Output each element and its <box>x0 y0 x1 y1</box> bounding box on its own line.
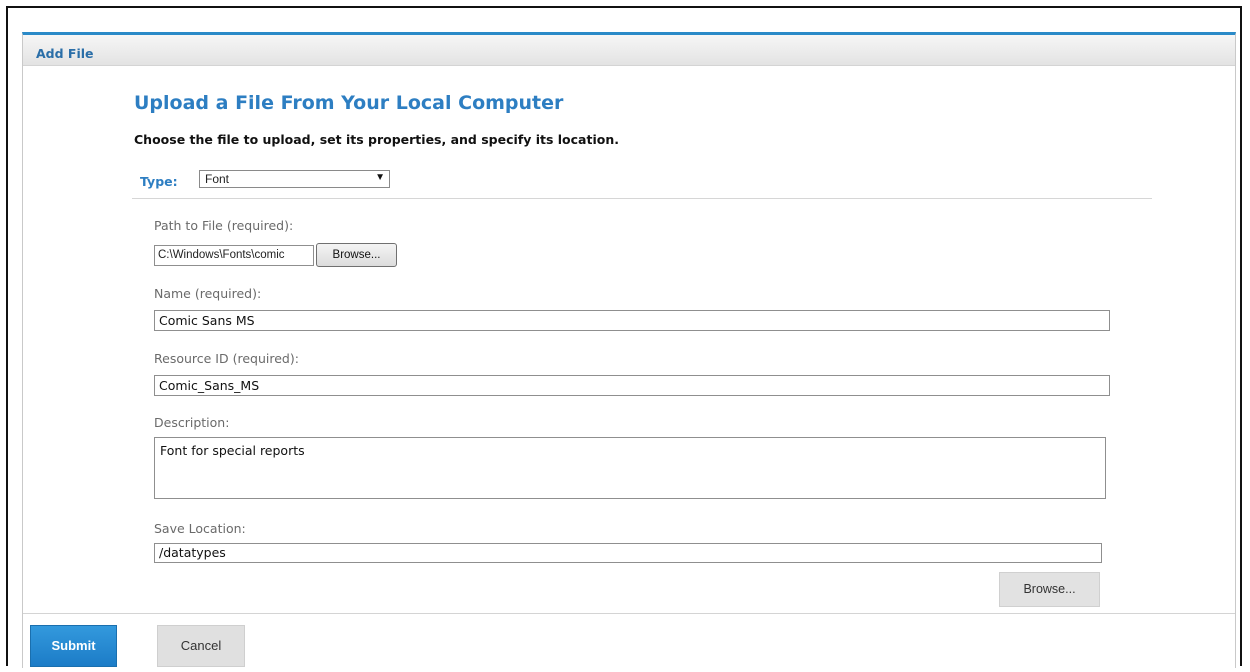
resource-id-input[interactable]: Comic_Sans_MS <box>154 375 1110 396</box>
location-browse-button[interactable]: Browse... <box>999 572 1100 607</box>
dialog-footer: Submit Cancel <box>23 613 1235 672</box>
type-select[interactable]: Font ▼ <box>199 170 390 188</box>
name-label: Name (required): <box>154 286 262 301</box>
path-label: Path to File (required): <box>154 218 294 233</box>
page-subheading: Choose the file to upload, set its prope… <box>134 132 619 147</box>
submit-button[interactable]: Submit <box>30 625 117 667</box>
description-textarea[interactable]: Font for special reports <box>154 437 1106 499</box>
save-location-input[interactable]: /datatypes <box>154 543 1102 563</box>
file-browse-button[interactable]: Browse... <box>316 243 397 267</box>
path-to-file-input[interactable]: C:\Windows\Fonts\comic <box>154 245 314 266</box>
dialog-title: Add File <box>36 46 94 61</box>
dialog-header: Add File <box>23 35 1235 66</box>
description-label: Description: <box>154 415 230 430</box>
chevron-down-icon: ▼ <box>375 172 385 183</box>
section-divider <box>132 198 1152 199</box>
resource-id-label: Resource ID (required): <box>154 351 299 366</box>
name-input[interactable]: Comic Sans MS <box>154 310 1110 331</box>
type-label: Type: <box>140 174 178 189</box>
add-file-dialog: Add File Upload a File From Your Local C… <box>22 32 1236 672</box>
save-location-label: Save Location: <box>154 521 246 536</box>
page-heading: Upload a File From Your Local Computer <box>134 92 564 114</box>
type-select-value: Font <box>205 172 230 186</box>
cancel-button[interactable]: Cancel <box>157 625 245 667</box>
